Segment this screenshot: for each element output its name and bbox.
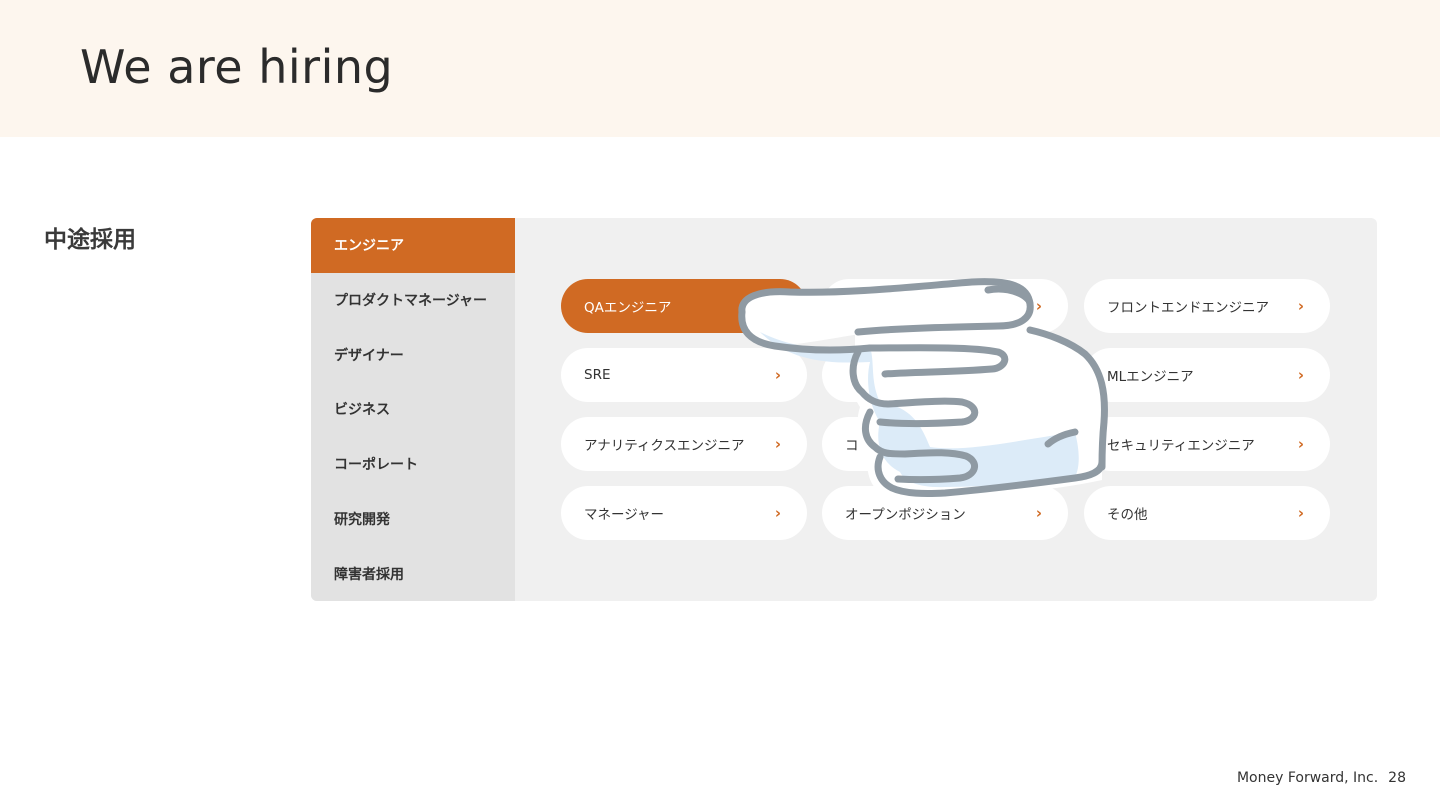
sidebar-item-disability-hiring[interactable]: 障害者採用 (311, 546, 515, 601)
chevron-right-icon: › (1297, 366, 1304, 384)
job-label: SRE (584, 367, 611, 383)
sidebar-item-business[interactable]: ビジネス (311, 382, 515, 437)
chevron-right-icon: › (1297, 297, 1304, 315)
chevron-right-icon: › (1297, 504, 1304, 522)
job-button-other[interactable]: その他 › (1084, 486, 1330, 540)
pointing-hand-icon (738, 278, 1108, 499)
section-label: 中途採用 (44, 227, 136, 253)
page-number: 28 (1388, 770, 1406, 786)
job-label: QAエンジニア (584, 300, 672, 316)
sidebar-item-research[interactable]: 研究開発 (311, 492, 515, 547)
sidebar-item-corporate[interactable]: コーポレート (311, 437, 515, 492)
slide-header: We are hiring (0, 0, 1440, 137)
chevron-right-icon: › (1297, 435, 1304, 453)
job-label: フロントエンドエンジニア (1107, 300, 1269, 316)
job-label: MLエンジニア (1107, 369, 1194, 385)
job-label: アナリティクスエンジニア (584, 438, 745, 454)
slide-title: We are hiring (80, 40, 394, 94)
slide-footer: Money Forward, Inc. 28 (1227, 770, 1406, 786)
job-label: セキュリティエンジニア (1107, 438, 1255, 454)
sidebar-item-product-manager[interactable]: プロダクトマネージャー (311, 273, 515, 328)
job-button-security-engineer[interactable]: セキュリティエンジニア › (1084, 417, 1330, 471)
category-sidebar: エンジニア プロダクトマネージャー デザイナー ビジネス コーポレート 研究開発… (311, 218, 515, 601)
job-button-ml-engineer[interactable]: MLエンジニア › (1084, 348, 1330, 402)
job-button-frontend-engineer[interactable]: フロントエンドエンジニア › (1084, 279, 1330, 333)
company-name: Money Forward, Inc. (1236, 770, 1379, 786)
sidebar-item-engineer[interactable]: エンジニア (311, 218, 515, 273)
sidebar-item-designer[interactable]: デザイナー (311, 327, 515, 382)
job-label: マネージャー (584, 507, 665, 523)
